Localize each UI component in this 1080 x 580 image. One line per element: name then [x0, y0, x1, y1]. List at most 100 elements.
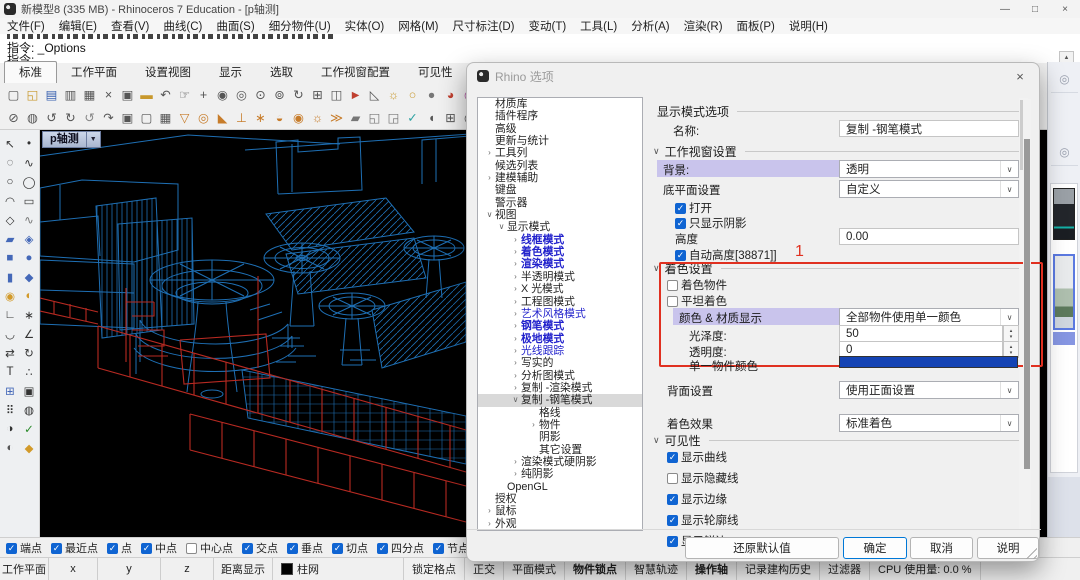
name-input[interactable]: 复制 -钢笔模式: [839, 120, 1019, 137]
cancel-button[interactable]: 取消: [910, 537, 973, 559]
orbit-left-icon[interactable]: ↺: [42, 108, 61, 127]
lasso-icon[interactable]: ◌: [1, 153, 20, 172]
rays-icon[interactable]: ≫: [327, 108, 346, 127]
shaded-display-icon[interactable]: ◕: [441, 85, 460, 104]
gloss-input[interactable]: 50: [839, 325, 1003, 342]
osnap-toggle[interactable]: 四分点: [377, 540, 424, 556]
clipping-plane-icon[interactable]: ◖: [422, 108, 441, 127]
arc-icon[interactable]: ◠: [1, 191, 20, 210]
sphere-icon[interactable]: ●: [20, 248, 39, 267]
perpendicular-icon[interactable]: ⊥: [232, 108, 251, 127]
open-file-icon[interactable]: ◱: [23, 85, 42, 104]
backface-dropdown[interactable]: 使用正面设置 ∨: [839, 381, 1019, 399]
menu-item[interactable]: 查看(V): [104, 18, 156, 34]
current-layer-cell[interactable]: 柱网: [273, 558, 404, 580]
array-polar-icon[interactable]: ◍: [20, 400, 39, 419]
rotate-view-icon[interactable]: ↻: [289, 85, 308, 104]
boolean-union-icon[interactable]: ◉: [1, 286, 20, 305]
walkabout-icon[interactable]: ►: [346, 85, 365, 104]
zoom-extents-icon[interactable]: ⊚: [270, 85, 289, 104]
status-toggle[interactable]: 锁定格点: [404, 558, 465, 580]
menu-item[interactable]: 变动(T): [521, 18, 573, 34]
check-icon[interactable]: ✓: [20, 419, 39, 438]
solid-tools-icon[interactable]: ◆: [20, 267, 39, 286]
half-sphere-icon[interactable]: ◒: [270, 108, 289, 127]
toolbar-tab[interactable]: 工作视窗配置: [307, 62, 404, 83]
rotate-icon[interactable]: ↻: [20, 343, 39, 362]
rectangle-icon[interactable]: ▭: [20, 191, 39, 210]
gear-icon-2[interactable]: ◎: [1048, 145, 1080, 159]
paste-icon[interactable]: ▬: [137, 85, 156, 104]
circle-tool-icon[interactable]: ◎: [194, 108, 213, 127]
status-cell[interactable]: z: [161, 558, 214, 580]
join-icon[interactable]: ∟: [1, 305, 20, 324]
minimize-button[interactable]: —: [990, 0, 1020, 18]
new-file-icon[interactable]: ▢: [4, 85, 23, 104]
polyline-icon[interactable]: ∿: [20, 153, 39, 172]
menu-item[interactable]: 分析(A): [624, 18, 676, 34]
visibility-checkbox[interactable]: 显示曲线: [667, 449, 739, 465]
gem-icon[interactable]: ◆: [20, 438, 39, 457]
viewport-layout-icon[interactable]: ⊞: [308, 85, 327, 104]
palette-icon[interactable]: ◍: [23, 108, 42, 127]
flat-shading-checkbox[interactable]: 平坦着色: [667, 293, 727, 309]
copy-object-icon[interactable]: ▣: [20, 381, 39, 400]
pan-hand-icon[interactable]: ☞: [175, 85, 194, 104]
toolbar-tab[interactable]: 标准: [4, 61, 57, 83]
maximize-button[interactable]: □: [1020, 0, 1050, 18]
polygon-icon[interactable]: ◇: [1, 210, 20, 229]
filter-circle-icon[interactable]: ⊘: [4, 108, 23, 127]
osnap-toggle[interactable]: 最近点: [51, 540, 98, 556]
toolbar-tab[interactable]: 显示: [205, 62, 256, 83]
array-grid-icon[interactable]: ⠿: [1, 400, 20, 419]
toolbar-tab[interactable]: 可见性: [404, 62, 467, 83]
gumball-icon[interactable]: ✓: [403, 108, 422, 127]
gear-icon[interactable]: ◎: [1048, 72, 1080, 86]
sun-light-icon[interactable]: ☼: [384, 85, 403, 104]
groundplane-on-checkbox[interactable]: 打开: [675, 200, 712, 216]
explode-icon[interactable]: ∗: [20, 305, 39, 324]
copy-file-icon[interactable]: ▦: [80, 85, 99, 104]
select-arrow-icon[interactable]: ↖: [1, 134, 20, 153]
menu-item[interactable]: 工具(L): [573, 18, 624, 34]
cplane-icon[interactable]: ◺: [365, 85, 384, 104]
color-material-dropdown[interactable]: 全部物件使用单一颜色 ∨: [839, 308, 1019, 326]
menu-item[interactable]: 曲面(S): [209, 18, 261, 34]
cone-tool-icon[interactable]: ◣: [213, 108, 232, 127]
target-tool-icon[interactable]: ◉: [289, 108, 308, 127]
chevron-down-icon[interactable]: ∨: [653, 435, 660, 446]
menu-item[interactable]: 网格(M): [391, 18, 445, 34]
toolbar-tab[interactable]: 选取: [256, 62, 307, 83]
freeform-curve-icon[interactable]: ∿: [20, 210, 39, 229]
circle-icon[interactable]: ○: [1, 172, 20, 191]
surface-icon[interactable]: ▰: [1, 229, 20, 248]
truck-icon[interactable]: ▰: [346, 108, 365, 127]
save-icon[interactable]: ▤: [42, 85, 61, 104]
menu-item[interactable]: 说明(H): [782, 18, 835, 34]
box-solid-icon[interactable]: ◲: [384, 108, 403, 127]
named-views-icon[interactable]: ◫: [327, 85, 346, 104]
height-input[interactable]: 0.00: [839, 228, 1019, 245]
boolean-difference-icon[interactable]: ◐: [20, 286, 39, 305]
menu-item[interactable]: 细分物件(U): [262, 18, 338, 34]
menu-item[interactable]: 尺寸标注(D): [446, 18, 522, 34]
render-object-icon[interactable]: ◐: [1, 438, 20, 457]
undo-icon[interactable]: ↶: [156, 85, 175, 104]
panel-scrollbar[interactable]: [1023, 99, 1031, 529]
osnap-toggle[interactable]: 垂点: [287, 540, 323, 556]
box-wire-icon[interactable]: ◱: [365, 108, 384, 127]
osnap-toggle[interactable]: 切点: [332, 540, 368, 556]
block-icon[interactable]: ⊞: [1, 381, 20, 400]
toolbar-tab[interactable]: 设置视图: [131, 62, 205, 83]
orbit-right-icon[interactable]: ↻: [61, 108, 80, 127]
roll-view-icon[interactable]: ↺: [80, 108, 99, 127]
zoom-selected-icon[interactable]: ⊙: [251, 85, 270, 104]
sun-icon[interactable]: ☼: [308, 108, 327, 127]
osnap-toggle[interactable]: 节点: [433, 540, 469, 556]
status-cell[interactable]: 距离显示: [214, 558, 273, 580]
tilt-view-icon[interactable]: ↷: [99, 108, 118, 127]
shade-effect-dropdown[interactable]: 标准着色 ∨: [839, 414, 1019, 432]
grid-snap-icon[interactable]: ⊞: [441, 108, 460, 127]
viewport-title-tab[interactable]: p轴测 ▼: [42, 131, 101, 148]
single-object-color-swatch[interactable]: [839, 356, 1018, 368]
